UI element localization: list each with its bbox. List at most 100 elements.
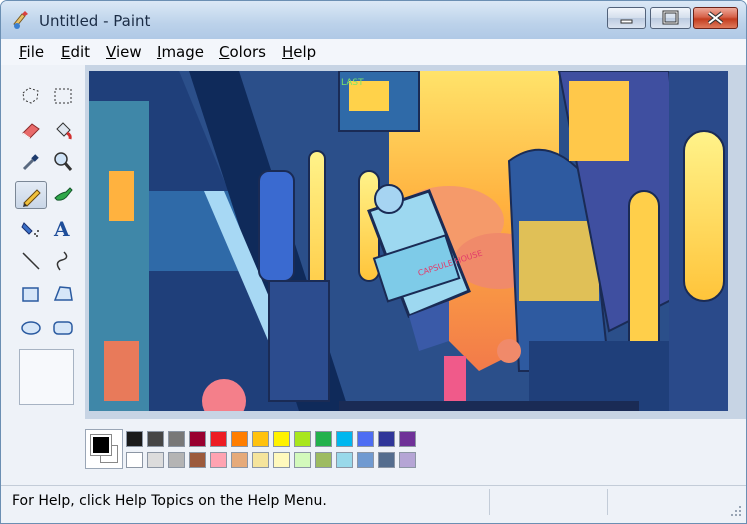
status-text: For Help, click Help Topics on the Help … xyxy=(12,493,327,509)
rounded-rectangle-tool[interactable] xyxy=(49,315,77,341)
ellipse-icon xyxy=(21,321,41,335)
menu-edit[interactable]: Edit xyxy=(61,43,90,61)
title-bar[interactable]: Untitled - Paint xyxy=(1,1,746,39)
menu-image[interactable]: Image xyxy=(157,43,204,61)
current-colors-indicator[interactable] xyxy=(85,429,123,469)
airbrush-icon xyxy=(21,222,39,237)
pencil-tool[interactable] xyxy=(15,181,47,209)
fill-tool[interactable] xyxy=(49,117,77,143)
paint-window: Untitled - Paint File Edit View Image Co… xyxy=(0,0,747,524)
palette-color-swatch[interactable] xyxy=(252,452,269,468)
palette-color-swatch[interactable] xyxy=(273,452,290,468)
palette-color-swatch[interactable] xyxy=(147,431,164,447)
menu-file[interactable]: File xyxy=(19,43,44,61)
palette-color-swatch[interactable] xyxy=(273,431,290,447)
palette-color-swatch[interactable] xyxy=(315,452,332,468)
canvas-area[interactable]: CAPSULE HOUSE LAST xyxy=(85,65,746,419)
menu-bar: File Edit View Image Colors Help xyxy=(1,39,746,66)
polygon-icon xyxy=(53,286,73,301)
menu-help[interactable]: Help xyxy=(282,43,316,61)
palette-color-swatch[interactable] xyxy=(168,452,185,468)
palette-color-swatch[interactable] xyxy=(399,431,416,447)
palette-color-swatch[interactable] xyxy=(147,452,164,468)
menu-image-label: mage xyxy=(161,43,204,61)
maximize-button[interactable] xyxy=(650,7,691,29)
magnifier-icon xyxy=(54,152,73,171)
free-form-select-tool[interactable] xyxy=(17,83,45,109)
menu-help-label: elp xyxy=(293,43,317,61)
palette-color-swatch[interactable] xyxy=(126,431,143,447)
palette-color-swatch[interactable] xyxy=(210,452,227,468)
menu-view[interactable]: View xyxy=(106,43,142,61)
status-divider xyxy=(489,489,490,515)
palette-color-swatch[interactable] xyxy=(357,452,374,468)
palette-color-swatch[interactable] xyxy=(189,452,206,468)
select-tool[interactable] xyxy=(49,83,77,109)
palette-color-swatch[interactable] xyxy=(126,452,143,468)
minimize-icon xyxy=(620,19,633,24)
palette-color-swatch[interactable] xyxy=(336,452,353,468)
minimize-button[interactable] xyxy=(607,7,646,29)
menu-colors-key: C xyxy=(219,43,230,61)
status-divider xyxy=(607,489,608,515)
menu-edit-label: dit xyxy=(70,43,91,61)
brush-tool[interactable] xyxy=(49,181,77,207)
rectangle-select-icon xyxy=(54,88,72,104)
palette-color-swatch[interactable] xyxy=(315,431,332,447)
text-tool[interactable]: A xyxy=(49,215,77,241)
resize-grip-icon[interactable] xyxy=(729,504,743,518)
close-button[interactable] xyxy=(693,7,738,29)
palette-color-swatch[interactable] xyxy=(252,431,269,447)
palette-color-swatch[interactable] xyxy=(378,431,395,447)
curve-icon xyxy=(56,251,68,271)
rectangle-tool[interactable] xyxy=(17,281,45,307)
free-form-select-icon xyxy=(22,87,39,104)
palette-color-swatch[interactable] xyxy=(336,431,353,447)
pick-color-tool[interactable] xyxy=(17,149,45,175)
line-icon xyxy=(22,252,40,270)
ellipse-tool[interactable] xyxy=(17,315,45,341)
palette-color-swatch[interactable] xyxy=(399,452,416,468)
maximize-icon xyxy=(662,10,679,25)
text-icon: A xyxy=(53,217,70,239)
line-tool[interactable] xyxy=(17,248,45,274)
menu-file-key: F xyxy=(19,43,27,61)
close-icon xyxy=(707,11,724,25)
airbrush-tool[interactable] xyxy=(17,215,45,241)
palette-color-swatch[interactable] xyxy=(168,431,185,447)
color-box xyxy=(1,419,746,485)
palette-color-swatch[interactable] xyxy=(231,431,248,447)
polygon-tool[interactable] xyxy=(49,281,77,307)
palette-color-swatch[interactable] xyxy=(357,431,374,447)
rectangle-icon xyxy=(22,287,39,302)
status-bar: For Help, click Help Topics on the Help … xyxy=(1,485,746,523)
rounded-rectangle-icon xyxy=(53,321,73,335)
menu-colors-label: olors xyxy=(229,43,266,61)
paint-bucket-icon xyxy=(56,122,72,140)
canvas-sign-top: LAST xyxy=(341,78,364,88)
menu-view-key: V xyxy=(106,43,116,61)
palette-color-swatch[interactable] xyxy=(378,452,395,468)
eyedropper-icon xyxy=(22,154,39,171)
foreground-color-swatch xyxy=(90,434,112,456)
palette-color-swatch[interactable] xyxy=(231,452,248,468)
palette-color-swatch[interactable] xyxy=(189,431,206,447)
menu-view-label: iew xyxy=(115,43,142,61)
svg-text:A: A xyxy=(53,217,70,239)
curve-tool[interactable] xyxy=(49,248,77,274)
brush-icon xyxy=(54,187,73,201)
eraser-tool[interactable] xyxy=(17,117,45,143)
menu-help-key: H xyxy=(282,43,294,61)
pencil-icon xyxy=(23,189,41,207)
tool-options-box[interactable] xyxy=(19,349,74,405)
palette-color-swatch[interactable] xyxy=(294,452,311,468)
menu-file-label: ile xyxy=(26,43,45,61)
menu-colors[interactable]: Colors xyxy=(219,43,266,61)
eraser-icon xyxy=(22,123,40,139)
paint-app-icon xyxy=(13,11,28,29)
magnifier-tool[interactable] xyxy=(49,149,77,175)
window-title: Untitled - Paint xyxy=(39,12,151,30)
palette-color-swatch[interactable] xyxy=(210,431,227,447)
image-canvas[interactable]: CAPSULE HOUSE LAST xyxy=(89,71,728,411)
palette-color-swatch[interactable] xyxy=(294,431,311,447)
